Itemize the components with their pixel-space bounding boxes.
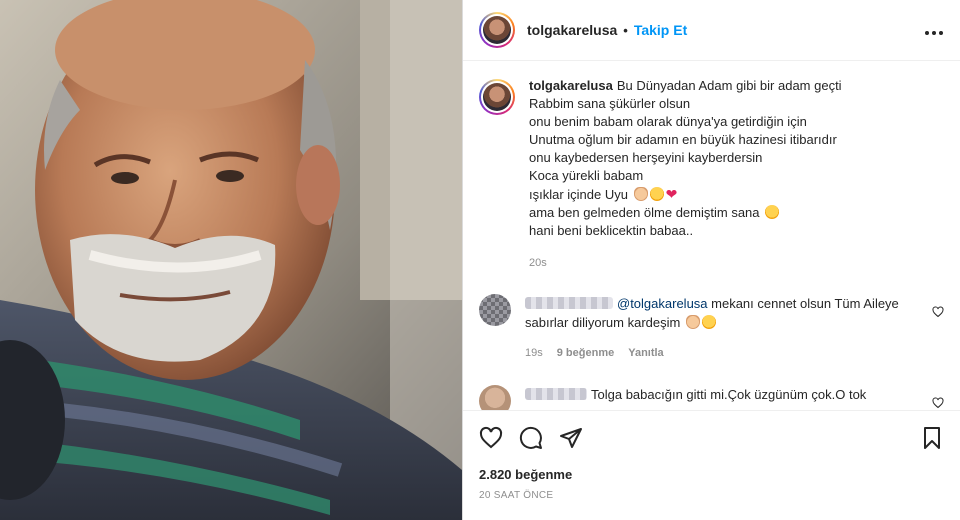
commenter-avatar[interactable]	[479, 385, 511, 410]
caption-line: Bu Dünyadan Adam gibi bir adam geçti	[616, 78, 842, 93]
praying-hands-emoji-icon	[633, 187, 648, 201]
comment-likes[interactable]: 9 beğenme	[557, 344, 614, 363]
post-side-panel: tolgakarelusa • Takip Et tolgakarelusa Bu…	[462, 0, 960, 520]
caption-line: Unutma oğlum bir adamın en büyük hazines…	[529, 132, 837, 147]
author-username[interactable]: tolgakarelusa	[527, 22, 617, 38]
caption-line: Rabbim sana şükürler olsun	[529, 96, 691, 111]
caption-line: ama ben gelmeden ölme demiştim sana	[529, 205, 760, 220]
sad-face-emoji-icon	[701, 315, 716, 329]
sad-face-emoji-icon	[649, 187, 664, 201]
comment-item: Tolga babacığın gitti mi.Çok üzgünüm çok…	[479, 385, 944, 410]
action-bar	[463, 410, 960, 464]
post-photo[interactable]	[0, 0, 462, 520]
caption-line: Koca yürekli babam	[529, 168, 644, 183]
comment-like-heart-icon[interactable]	[932, 397, 944, 409]
post-dialog: tolgakarelusa • Takip Et tolgakarelusa Bu…	[0, 0, 960, 520]
separator-dot: •	[623, 22, 628, 38]
praying-hands-emoji-icon	[685, 315, 700, 329]
caption-line: onu kaybedersen herşeyini kayberdersin	[529, 150, 763, 165]
caption-line: hani beni beklicektin babaa..	[529, 223, 694, 238]
portrait-image	[0, 0, 462, 520]
comment-text: Tolga babacığın gitti mi.Çok üzgünüm çok…	[591, 387, 867, 402]
reply-button[interactable]: Yanıtla	[628, 344, 663, 363]
comment-like-heart-icon[interactable]	[932, 306, 944, 318]
caption-avatar[interactable]	[479, 79, 515, 115]
commenter-username-blurred[interactable]	[525, 388, 587, 400]
comments-list[interactable]: tolgakarelusa Bu Dünyadan Adam gibi bir a…	[463, 61, 960, 410]
sad-face-emoji-icon	[765, 205, 780, 219]
caption-username[interactable]: tolgakarelusa	[529, 78, 613, 93]
post-timestamp[interactable]: 20 SAAT ÖNCE	[463, 486, 960, 520]
more-options-icon[interactable]	[924, 20, 944, 41]
bookmark-icon[interactable]	[920, 426, 944, 450]
caption-line: onu benim babam olarak dünya'ya getirdiğ…	[529, 114, 807, 129]
post-header: tolgakarelusa • Takip Et	[463, 0, 960, 61]
paper-plane-icon[interactable]	[559, 426, 583, 450]
author-avatar[interactable]	[479, 12, 515, 48]
likes-count[interactable]: 2.820 beğenme	[463, 464, 960, 486]
post-caption: tolgakarelusa Bu Dünyadan Adam gibi bir a…	[479, 77, 944, 272]
speech-bubble-icon[interactable]	[519, 426, 543, 450]
commenter-username-blurred[interactable]	[525, 297, 613, 309]
red-heart-emoji-icon: ❤	[665, 186, 678, 202]
caption-line: ışıklar içinde Uyu	[529, 187, 628, 202]
caption-time[interactable]: 20s	[529, 254, 842, 272]
follow-button[interactable]: Takip Et	[634, 22, 687, 38]
comment-time[interactable]: 19s	[525, 344, 543, 363]
commenter-avatar[interactable]	[479, 294, 511, 326]
comment-item: @tolgakarelusa mekanı cennet olsun Tüm A…	[479, 294, 944, 363]
heart-outline-icon[interactable]	[479, 426, 503, 450]
comment-mention[interactable]: @tolgakarelusa	[617, 296, 708, 311]
